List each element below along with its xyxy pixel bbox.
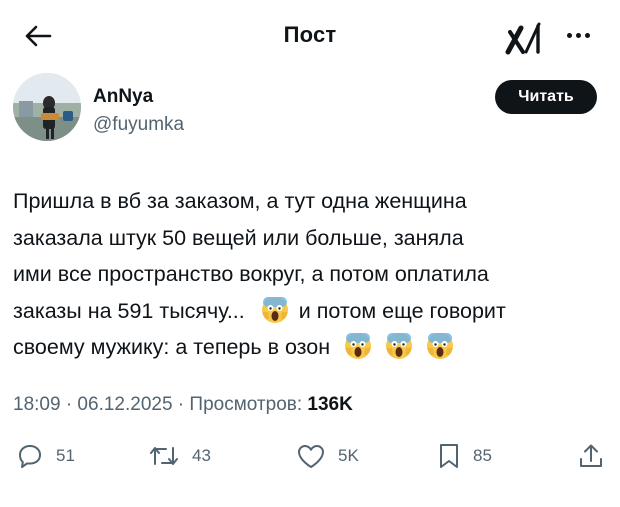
more-dot	[575, 32, 581, 38]
repost-icon	[150, 447, 178, 465]
views-count: 136K	[307, 394, 353, 415]
post-line-text: ими все пространство вокруг, а потом опл…	[13, 262, 489, 286]
like-icon	[298, 445, 324, 468]
action-bar: 51 43 5K 85	[0, 436, 620, 476]
screaming-face-emoji-icon	[345, 333, 372, 359]
reply-icon	[19, 445, 41, 468]
share-icon	[580, 444, 602, 467]
top-bar: Пост	[0, 0, 620, 68]
post-line-text: и потом еще говорит	[298, 298, 506, 323]
avatar-image	[13, 73, 81, 141]
like-button[interactable]: 5K	[296, 436, 359, 476]
post-line: Пришла в вб за заказом, а тут одна женщи…	[13, 183, 613, 220]
avatar[interactable]	[13, 73, 81, 141]
reply-count: 51	[56, 446, 75, 465]
bookmark-icon	[440, 444, 458, 468]
views-label: Просмотров:	[189, 394, 308, 415]
more-button[interactable]	[560, 20, 596, 50]
author-handle[interactable]: @fuyumka	[93, 114, 184, 136]
share-button[interactable]	[578, 436, 604, 476]
x-logo-icon	[505, 22, 541, 55]
post-line: заказала штук 50 вещей или больше, занял…	[13, 220, 613, 257]
post-line: ими все пространство вокруг, а потом опл…	[13, 256, 613, 293]
like-count: 5K	[338, 446, 359, 465]
author-name[interactable]: AnNya	[93, 86, 153, 108]
repost-count: 43	[192, 446, 211, 465]
post-line-text: своему мужику: а теперь в озон	[13, 335, 331, 359]
repost-button[interactable]: 43	[148, 436, 211, 476]
post-text: Пришла в вб за заказом, а тут одна женщи…	[13, 183, 613, 366]
x-logo[interactable]	[505, 18, 547, 56]
post-timestamp[interactable]: 18:09 · 06.12.2025 ·	[13, 394, 189, 415]
post-meta: 18:09 · 06.12.2025 · Просмотров: 136K	[13, 394, 353, 416]
post-line-text: заказы на 591 тысячу...	[13, 298, 245, 323]
screaming-face-emoji-icon	[386, 333, 413, 359]
bookmark-button[interactable]: 85	[437, 436, 492, 476]
more-dots-icon	[566, 32, 572, 38]
more-dot	[584, 32, 590, 38]
read-button[interactable]: Читать	[495, 80, 597, 114]
post-line: своему мужику: а теперь в озон	[13, 329, 613, 366]
reply-button[interactable]: 51	[16, 436, 75, 476]
screaming-face-emoji-icon	[261, 296, 288, 323]
screaming-face-emoji-icon	[427, 333, 454, 359]
post-line: заказы на 591 тысячу... и потом еще гово…	[13, 293, 613, 330]
post-line-text: Пришла в вб за заказом, а тут одна женщи…	[13, 189, 467, 213]
post-line-text: заказала штук 50 вещей или больше, занял…	[13, 225, 464, 250]
bookmark-count: 85	[473, 446, 492, 465]
